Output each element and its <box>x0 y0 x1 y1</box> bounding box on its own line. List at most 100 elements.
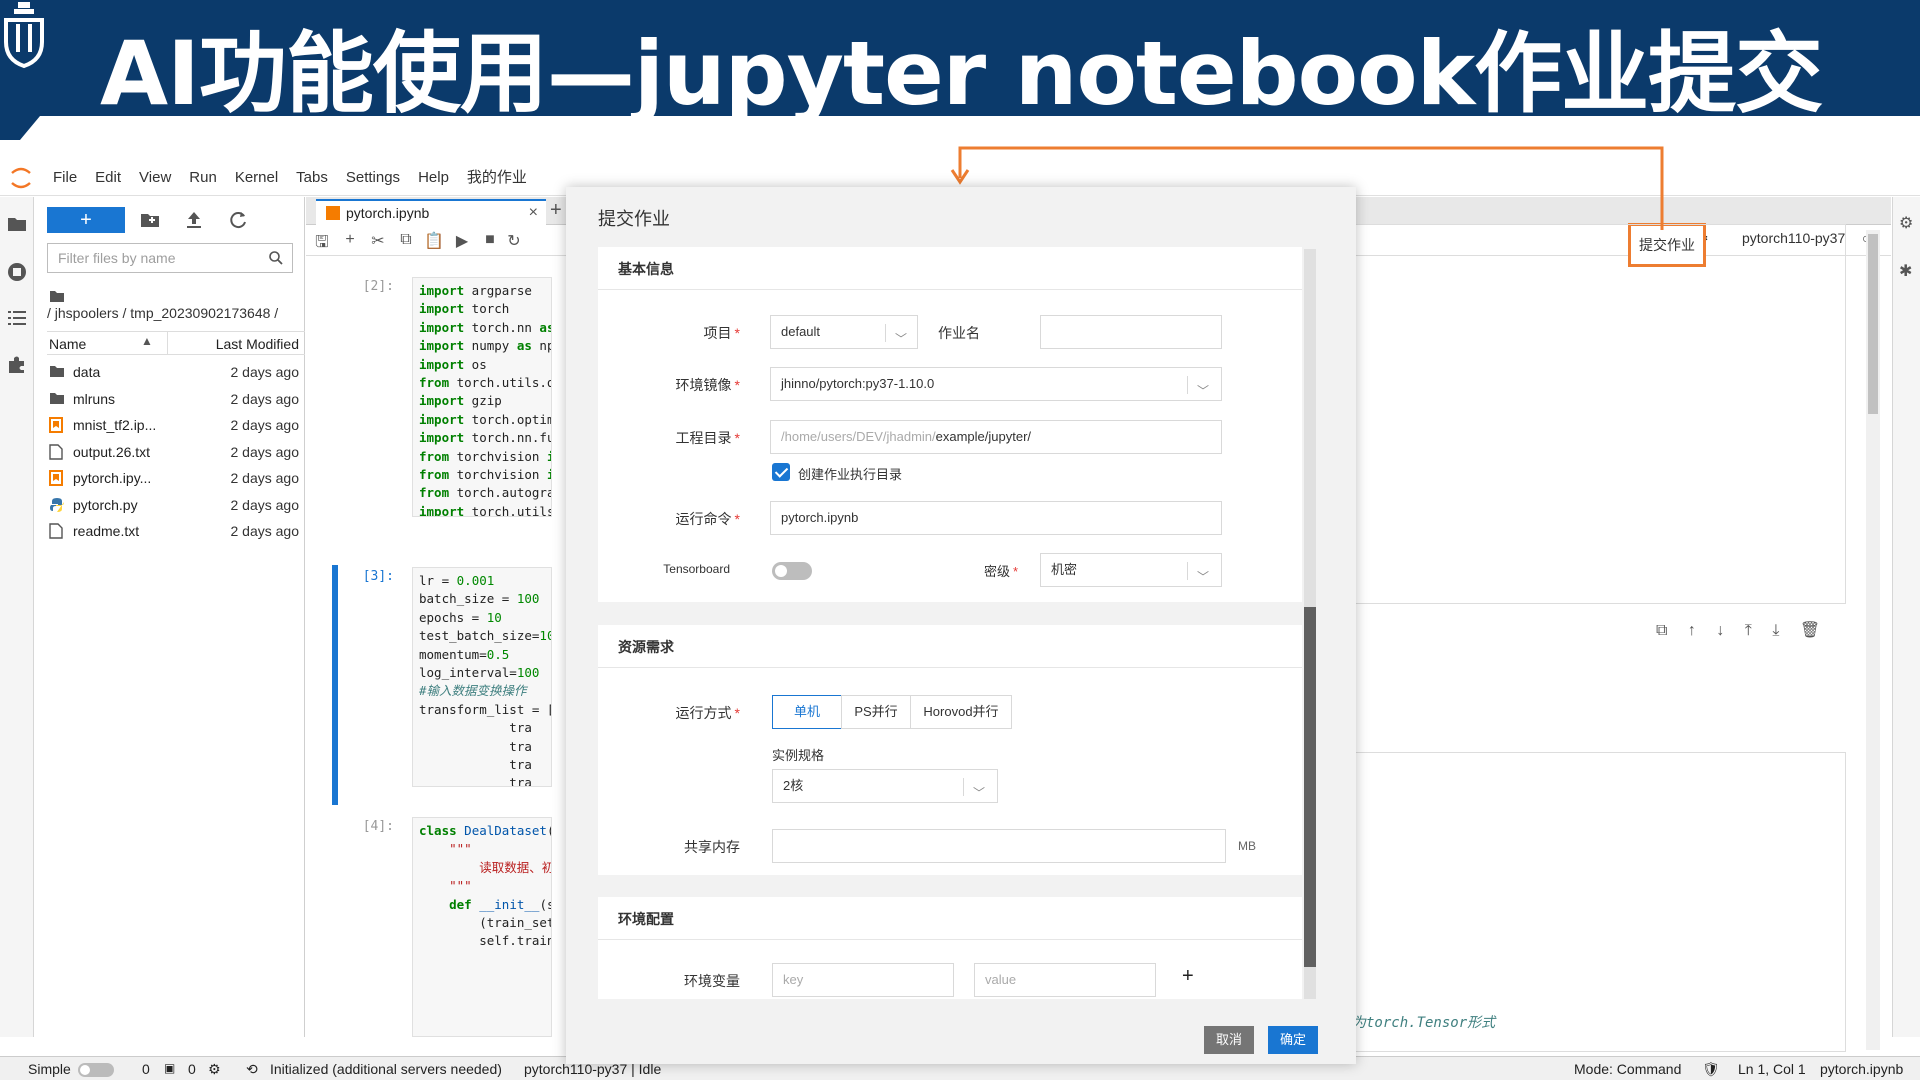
divider <box>598 667 1302 668</box>
security-select[interactable]: 机密 ﹀ <box>1040 553 1222 587</box>
select-divider <box>1187 376 1188 394</box>
shm-input[interactable] <box>772 829 1226 863</box>
env-key-input[interactable]: key <box>772 963 954 997</box>
section-title: 资源需求 <box>618 639 674 655</box>
list-item[interactable]: readme.txt 2 days ago <box>47 518 305 544</box>
list-item[interactable]: output.26.txt 2 days ago <box>47 439 305 465</box>
chevron-down-icon: ﹀ <box>1197 384 1210 398</box>
left-sidebar <box>0 197 34 1037</box>
runmode-ps[interactable]: PS并行 <box>841 695 911 729</box>
file-modified: 2 days ago <box>230 417 300 433</box>
confirm-button[interactable]: 确定 <box>1268 1026 1318 1054</box>
image-select[interactable]: jhinno/pytorch:py37-1.10.0 ﹀ <box>770 367 1222 401</box>
folder-icon[interactable] <box>6 213 28 235</box>
cancel-button[interactable]: 取消 <box>1204 1026 1254 1054</box>
menu-edit[interactable]: Edit <box>86 160 130 196</box>
new-launcher-button[interactable]: + <box>47 207 125 233</box>
file-browser: + Filter files by name / jhspoolers / tm… <box>35 197 305 1037</box>
refresh-icon[interactable] <box>227 209 249 231</box>
move-up-icon[interactable]: ↑ <box>1688 622 1696 639</box>
list-item[interactable]: data 2 days ago <box>47 359 305 385</box>
running-icon[interactable] <box>6 261 28 283</box>
dialog-title: 提交作业 <box>598 209 670 229</box>
notebook-icon <box>326 206 340 220</box>
current-file: pytorch.ipynb <box>1820 1061 1904 1077</box>
jobname-input[interactable] <box>1040 315 1222 349</box>
list-item[interactable]: mnist_tf2.ip... 2 days ago <box>47 412 305 438</box>
command-label: 运行命令 * <box>675 511 740 527</box>
simple-mode-label: Simple <box>28 1061 71 1077</box>
menu-my-jobs[interactable]: 我的作业 <box>458 160 536 196</box>
simple-mode-toggle[interactable] <box>78 1063 114 1077</box>
new-folder-icon[interactable] <box>139 209 161 231</box>
list-item[interactable]: mlruns 2 days ago <box>47 386 305 412</box>
cell-toolbar: ⧉ ↑ ↓ ⤒ ⤓ 🗑 <box>1656 620 1836 640</box>
list-item[interactable]: pytorch.ipy... 2 days ago <box>47 465 305 491</box>
code-cell-3[interactable]: lr = 0.001 batch_size = 100 epochs = 10 … <box>412 567 552 787</box>
server-status[interactable]: Initialized (additional servers needed) <box>270 1061 502 1077</box>
workdir-input[interactable]: /home/users/DEV/jhadmin/example/jupyter/ <box>770 420 1222 454</box>
section-resources: 资源需求 运行方式 * 单机 PS并行 Horovod并行 实例规格 2核 ﹀ 共… <box>598 625 1302 875</box>
runmode-single[interactable]: 单机 <box>772 695 842 729</box>
breadcrumb[interactable]: / jhspoolers / tmp_20230902173648 / <box>47 305 278 321</box>
save-icon[interactable]: 🖫 <box>312 231 332 251</box>
kernel-icon: ⚙ <box>208 1061 221 1077</box>
create-dir-checkbox[interactable] <box>772 463 790 481</box>
university-logo-icon <box>4 2 44 69</box>
close-icon[interactable]: × <box>529 204 538 222</box>
command-input[interactable]: pytorch.ipynb <box>770 501 1222 535</box>
paste-icon[interactable]: 📋 <box>424 231 444 251</box>
file-icon <box>49 523 65 539</box>
run-icon[interactable]: ▶ <box>452 231 472 251</box>
menu-help[interactable]: Help <box>409 160 458 196</box>
menu-file[interactable]: File <box>44 160 86 196</box>
menu-run[interactable]: Run <box>180 160 226 196</box>
file-name: readme.txt <box>73 523 140 539</box>
section-basic-info: 基本信息 项目 * default ﹀ 作业名 环境镜像 * jhinno/pyto… <box>598 247 1302 602</box>
project-select[interactable]: default ﹀ <box>770 315 918 349</box>
menu-view[interactable]: View <box>130 160 180 196</box>
menu-tabs[interactable]: Tabs <box>287 160 337 196</box>
new-tab-icon[interactable]: + <box>550 199 562 222</box>
tab-label: pytorch.ipynb <box>346 205 430 221</box>
copy-icon[interactable]: ⧉ <box>396 231 416 251</box>
move-down-icon[interactable]: ↓ <box>1716 622 1724 639</box>
cut-icon[interactable]: ✂ <box>368 231 388 251</box>
menu-kernel[interactable]: Kernel <box>226 160 287 196</box>
notebook-scrollbar-thumb[interactable] <box>1868 234 1878 414</box>
tensorboard-toggle[interactable] <box>772 562 812 580</box>
env-vars-label: 环境变量 <box>684 973 740 989</box>
duplicate-cell-icon[interactable]: ⧉ <box>1656 622 1667 639</box>
filter-files-input[interactable]: Filter files by name <box>47 243 293 273</box>
column-name[interactable]: Name <box>49 336 86 352</box>
upload-icon[interactable] <box>183 209 205 231</box>
runmode-horovod[interactable]: Horovod并行 <box>910 695 1012 729</box>
debugger-icon[interactable]: ✱ <box>1899 261 1912 281</box>
breadcrumb-folder-icon[interactable] <box>49 289 65 303</box>
extension-icon[interactable] <box>6 353 28 375</box>
insert-below-icon[interactable]: ⤓ <box>1772 622 1779 639</box>
section-title: 基本信息 <box>618 261 674 277</box>
toc-icon[interactable] <box>6 307 28 329</box>
stop-icon[interactable]: ■ <box>480 231 500 251</box>
select-divider <box>963 778 964 796</box>
column-last-modified[interactable]: Last Modified <box>216 336 299 352</box>
restart-icon[interactable]: ↻ <box>504 231 524 251</box>
insert-above-icon[interactable]: ⤒ <box>1745 622 1752 639</box>
env-value-input[interactable]: value <box>974 963 1156 997</box>
add-env-var-button[interactable]: + <box>1182 965 1194 988</box>
tab-pytorch-notebook[interactable]: pytorch.ipynb × <box>316 199 546 225</box>
list-item[interactable]: pytorch.py 2 days ago <box>47 492 305 518</box>
section-title: 环境配置 <box>618 911 674 927</box>
delete-cell-icon[interactable]: 🗑 <box>1800 622 1820 639</box>
spec-select[interactable]: 2核 ﹀ <box>772 769 998 803</box>
chevron-down-icon: ﹀ <box>973 786 986 800</box>
add-cell-icon[interactable]: + <box>340 231 360 251</box>
code-cell-4[interactable]: class DealDataset(): """ 读取数据、初始 """ def… <box>412 817 552 1037</box>
code-cell-2[interactable]: import argparse import torch import torc… <box>412 277 552 517</box>
cursor-position[interactable]: Ln 1, Col 1 <box>1738 1061 1806 1077</box>
jobname-label: 作业名 <box>938 325 980 341</box>
property-inspector-icon[interactable]: ⚙ <box>1899 213 1913 233</box>
menu-settings[interactable]: Settings <box>337 160 409 196</box>
spec-label: 实例规格 <box>772 748 825 763</box>
